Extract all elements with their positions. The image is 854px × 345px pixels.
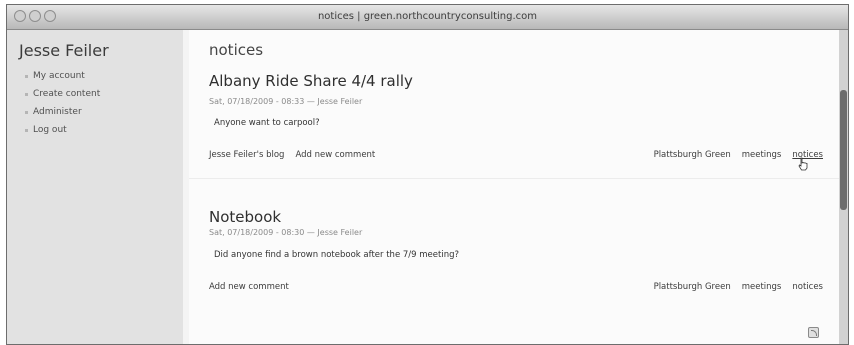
vertical-scrollbar[interactable]: [839, 30, 848, 344]
sidebar: Jesse Feiler My account Create content A…: [7, 30, 183, 344]
menu-item-log-out[interactable]: Log out: [25, 121, 100, 139]
post-body-2: Did anyone find a brown notebook after t…: [214, 250, 459, 260]
menu-item-my-account[interactable]: My account: [25, 67, 100, 85]
sidebar-user-name: Jesse Feiler: [19, 41, 109, 60]
scrollbar-thumb[interactable]: [840, 90, 847, 210]
tag-plattsburgh-green-2[interactable]: Plattsburgh Green: [654, 282, 731, 292]
browser-window: notices | green.northcountryconsulting.c…: [6, 4, 849, 345]
menu-item-administer[interactable]: Administer: [25, 103, 100, 121]
rss-feed-icon[interactable]: [808, 327, 819, 338]
main-content: notices Albany Ride Share 4/4 rally Sat,…: [189, 30, 839, 344]
post-submitted-2: Sat, 07/18/2009 - 08:30 — Jesse Feiler: [209, 228, 363, 237]
post-title-2[interactable]: Notebook: [209, 208, 281, 226]
page-title: notices: [209, 41, 264, 59]
post-body-1: Anyone want to carpool?: [214, 118, 320, 128]
post-divider: [189, 178, 839, 179]
title-bar: notices | green.northcountryconsulting.c…: [7, 5, 848, 30]
add-comment-link-1[interactable]: Add new comment: [295, 150, 375, 160]
post-links-2: Add new comment: [209, 282, 289, 292]
post-submitted-1: Sat, 07/18/2009 - 08:33 — Jesse Feiler: [209, 97, 363, 106]
user-menu: My account Create content Administer Log…: [25, 67, 100, 139]
window-title: notices | green.northcountryconsulting.c…: [317, 11, 538, 22]
menu-item-create-content[interactable]: Create content: [25, 85, 100, 103]
tag-plattsburgh-green-1[interactable]: Plattsburgh Green: [654, 150, 731, 160]
post-links-1: Jesse Feiler's blog Add new comment: [209, 150, 375, 160]
add-comment-link-2[interactable]: Add new comment: [209, 282, 289, 292]
tag-meetings-2[interactable]: meetings: [742, 282, 782, 292]
tag-notices-2[interactable]: notices: [792, 282, 823, 292]
tag-meetings-1[interactable]: meetings: [742, 150, 782, 160]
hand-cursor-icon: [798, 157, 808, 171]
blog-link[interactable]: Jesse Feiler's blog: [209, 150, 284, 160]
post-tags-2: Plattsburgh Green meetings notices: [654, 282, 823, 292]
post-title-1[interactable]: Albany Ride Share 4/4 rally: [209, 72, 413, 90]
